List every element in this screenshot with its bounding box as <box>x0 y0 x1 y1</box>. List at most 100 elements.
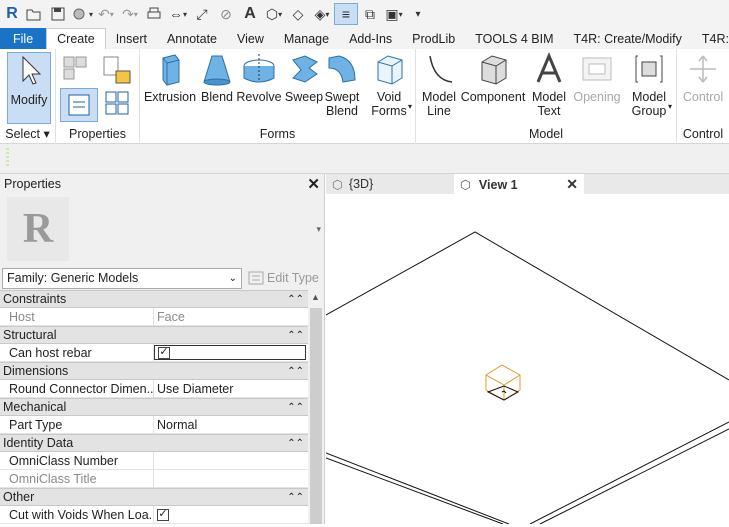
drawing-canvas[interactable] <box>325 194 729 525</box>
category-constraints[interactable]: Constraints ⌃⌃ <box>0 290 308 308</box>
modify-button[interactable]: Modify <box>7 52 51 124</box>
selected-element[interactable] <box>485 364 521 401</box>
3d-view-icon[interactable]: ⬡ ▾ <box>262 3 286 25</box>
scrollbar-thumb[interactable] <box>310 308 322 524</box>
void-forms-button[interactable]: Void Forms ▾ <box>366 52 412 118</box>
properties-scrollbar[interactable]: ▲ <box>308 290 324 524</box>
opening-icon <box>582 57 612 81</box>
redo-icon[interactable]: ↷ ▾ <box>118 3 142 25</box>
tab-view-1[interactable]: ⬡ View 1 ✕ <box>454 174 584 194</box>
tab-view[interactable]: View <box>227 28 274 49</box>
properties-panel-label: Properties <box>69 127 126 141</box>
host-value: Face <box>157 309 185 324</box>
category-identity-data[interactable]: Identity Data ⌃⌃ <box>0 434 308 452</box>
collapse-icon[interactable]: ⌃⌃ <box>287 402 304 413</box>
table-row: OmniClass Number <box>0 452 308 470</box>
customize-icon[interactable]: ▾ <box>406 3 430 25</box>
category-other[interactable]: Other ⌃⌃ <box>0 488 308 506</box>
model-group-button[interactable]: Model Group ▾ <box>626 52 672 118</box>
collapse-icon[interactable]: ⌃⌃ <box>287 492 304 503</box>
family-category-icon[interactable] <box>62 53 92 83</box>
tab-3d-view[interactable]: ⬡ {3D} <box>326 174 454 194</box>
options-bar <box>0 144 729 174</box>
family-parameters-icon[interactable] <box>102 88 136 122</box>
section-icon[interactable]: ◇ <box>286 3 310 25</box>
collapse-icon[interactable]: ⌃⌃ <box>287 330 304 341</box>
properties-table: Constraints ⌃⌃ Host Face Structural ⌃⌃ Can … <box>0 290 308 524</box>
revit-logo-icon[interactable]: R <box>2 3 22 25</box>
tab-prodlib[interactable]: ProdLib <box>402 28 465 49</box>
collapse-icon[interactable]: ⌃⌃ <box>287 294 304 305</box>
tab-add-ins[interactable]: Add-Ins <box>339 28 402 49</box>
type-selector[interactable]: R ▾ <box>0 194 325 264</box>
blend-icon <box>203 55 231 86</box>
family-dropdown[interactable]: Family: Generic Models ⌄ <box>2 267 242 289</box>
tab-file[interactable]: File <box>0 28 47 49</box>
swept-blend-button[interactable]: Swept Blend <box>324 52 360 118</box>
omniclass-title-value <box>154 470 308 487</box>
can-host-rebar-checkbox[interactable]: ✓ <box>158 346 170 359</box>
thin-lines-icon[interactable]: ≡ <box>334 3 358 25</box>
tab-tools4bim[interactable]: TOOLS 4 BIM <box>465 28 563 49</box>
camera-icon[interactable]: ◈ ▾ <box>310 3 334 25</box>
component-button[interactable]: Component <box>459 52 527 104</box>
model-text-button[interactable]: Model Text <box>528 52 570 118</box>
chevron-down-icon: ⌄ <box>228 272 237 284</box>
tab-t4r-create-modify[interactable]: T4R: Create/Modify <box>564 28 692 49</box>
revolve-icon <box>243 54 275 83</box>
model-line-button[interactable]: Model Line <box>420 52 458 118</box>
blend-button[interactable]: Blend <box>198 52 236 104</box>
opening-button[interactable]: Opening <box>572 52 622 104</box>
extrusion-button[interactable]: Extrusion <box>144 52 196 104</box>
select-panel-label[interactable]: Select ▾ <box>0 126 55 141</box>
control-button[interactable]: Control <box>679 52 727 104</box>
select-panel: Modify Select ▾ <box>0 49 56 144</box>
revolve-button[interactable]: Revolve <box>236 52 282 104</box>
collapse-icon[interactable]: ⌃⌃ <box>287 366 304 377</box>
omniclass-number-value[interactable] <box>154 452 308 469</box>
void-forms-dropdown-icon[interactable]: ▾ <box>408 100 412 114</box>
collapse-icon[interactable]: ⌃⌃ <box>287 438 304 449</box>
tab-create[interactable]: Create <box>46 28 106 49</box>
close-icon[interactable]: ✕ <box>566 176 578 193</box>
category-structural[interactable]: Structural ⌃⌃ <box>0 326 308 344</box>
sweep-button[interactable]: Sweep <box>284 52 324 104</box>
tab-insert[interactable]: Insert <box>106 28 157 49</box>
tab-t4r-docu[interactable]: T4R: Docu <box>692 28 729 49</box>
text-icon[interactable]: A <box>238 3 262 25</box>
category-dimensions[interactable]: Dimensions ⌃⌃ <box>0 362 308 380</box>
cut-with-voids-checkbox[interactable]: ✓ <box>157 508 169 521</box>
model-text-icon <box>536 52 562 83</box>
ribbon-tabs: File Create Insert Annotate View Manage … <box>0 28 729 49</box>
undo-icon[interactable]: ↶ ▾ <box>94 3 118 25</box>
close-icon[interactable]: ✕ <box>307 175 320 193</box>
tab-manage[interactable]: Manage <box>274 28 339 49</box>
sweep-icon <box>292 55 318 83</box>
properties-palette: Properties ✕ R ▾ Family: Generic Models … <box>0 174 325 524</box>
family-types-icon[interactable] <box>100 53 134 87</box>
tag-icon[interactable]: ⊘ <box>214 3 238 25</box>
save-icon[interactable] <box>46 3 70 25</box>
model-group-dropdown-icon[interactable]: ▾ <box>668 100 672 114</box>
switch-windows-icon[interactable]: ▣ ▾ <box>382 3 406 25</box>
tab-annotate[interactable]: Annotate <box>157 28 227 49</box>
measure-icon[interactable]: ⇔ ▾ <box>166 3 190 25</box>
print-icon[interactable] <box>142 3 166 25</box>
3d-model-view[interactable] <box>325 194 729 525</box>
scroll-up-icon[interactable]: ▲ <box>311 292 320 302</box>
extrusion-icon <box>162 54 180 86</box>
close-hidden-icon[interactable]: ⧉ <box>358 3 382 25</box>
sync-icon[interactable]: ▾ <box>70 3 94 25</box>
family-row: Family: Generic Models ⌄ Edit Type <box>0 266 325 290</box>
part-type-value[interactable]: Normal <box>154 416 308 433</box>
control-panel: Control Control <box>677 49 729 144</box>
options-bar-grip[interactable] <box>6 148 9 168</box>
open-icon[interactable] <box>22 3 46 25</box>
type-selector-dropdown-icon[interactable]: ▾ <box>316 224 321 235</box>
edit-type-button[interactable]: Edit Type <box>248 271 319 285</box>
dimension-icon[interactable]: ⤢ <box>190 3 214 25</box>
round-connector-value[interactable]: Use Diameter <box>154 380 308 397</box>
modify-label: Modify <box>10 93 48 107</box>
category-mechanical[interactable]: Mechanical ⌃⌃ <box>0 398 308 416</box>
type-properties-button[interactable] <box>60 88 98 122</box>
